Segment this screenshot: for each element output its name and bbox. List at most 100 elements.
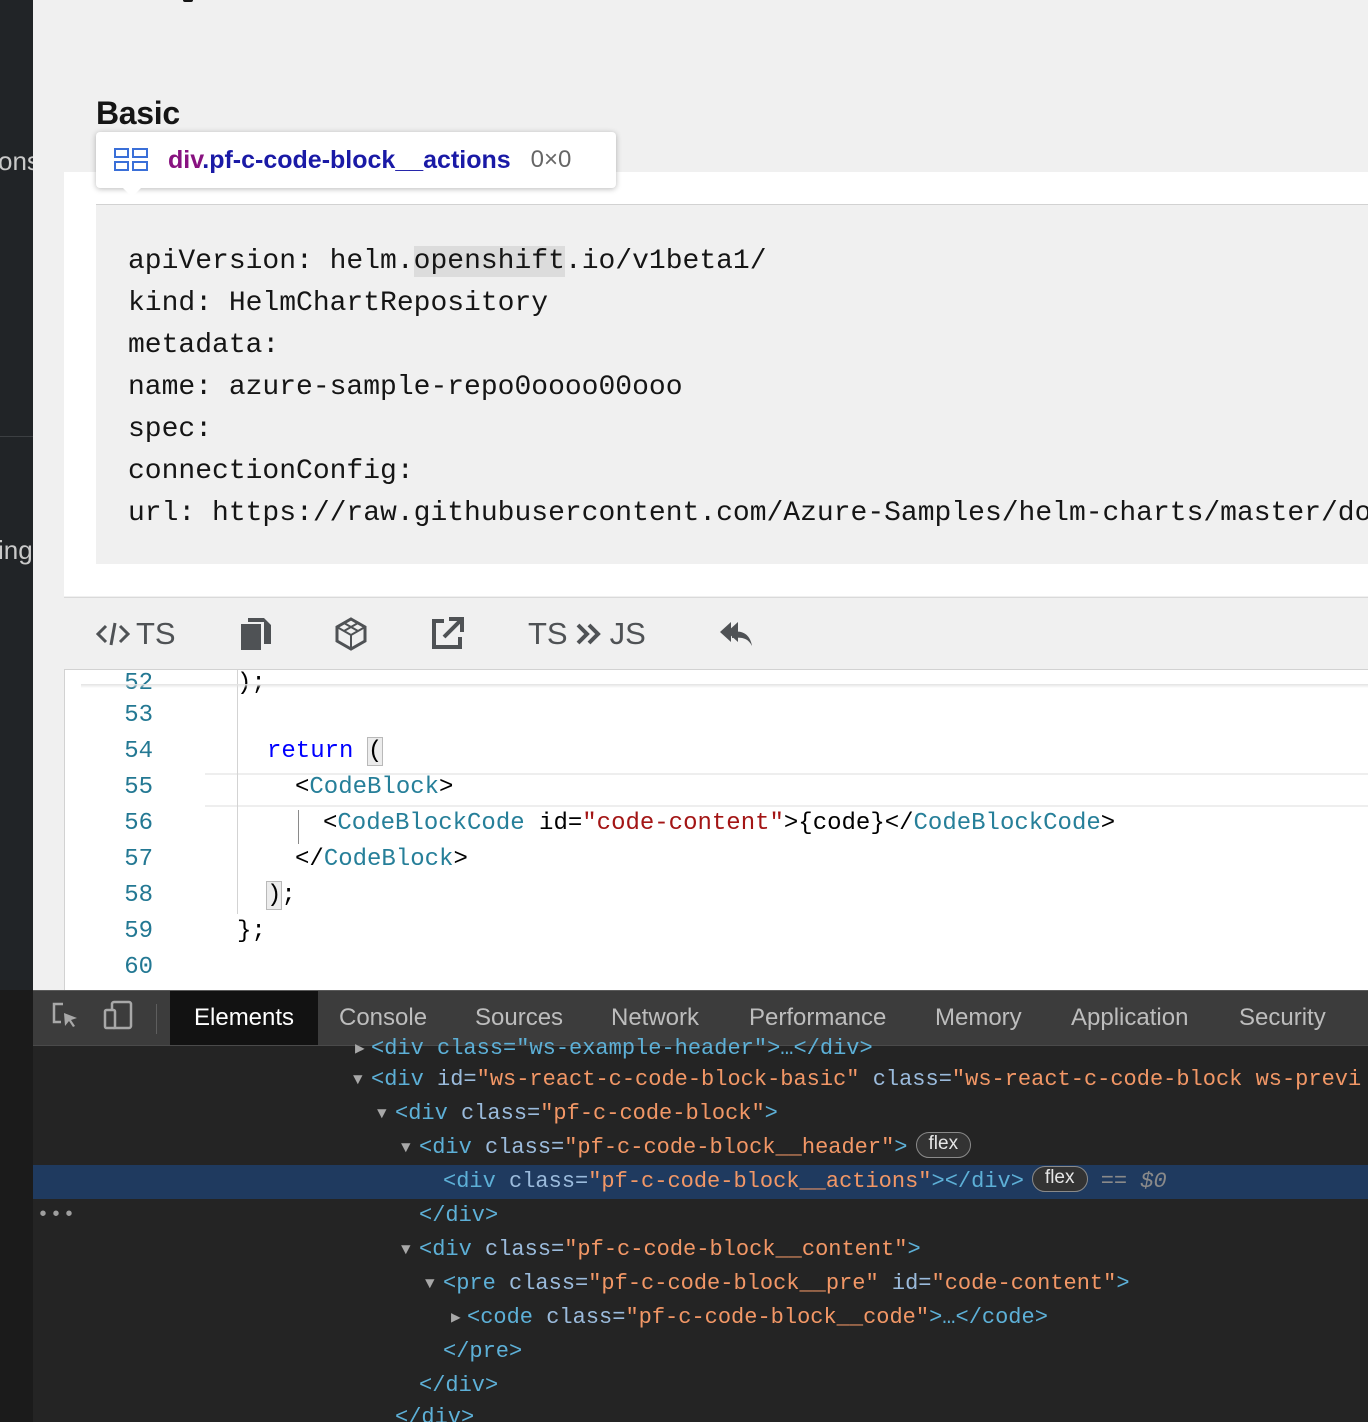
elements-tree: ▶ <div class="ws-example-header">…</div>… [33,1036,1368,1422]
sidebar-item-fragment[interactable]: ing [0,535,33,566]
line-number: 53 [124,702,153,729]
toggle-ts-code-button[interactable]: TS [96,598,176,670]
line-number: 57 [124,846,153,873]
expanded-triangle-icon[interactable]: ▼ [401,1233,411,1267]
dom-node: <pre class="pf-c-code-block__pre" id="co… [443,1271,1130,1296]
code-line: connectionConfig: [128,456,414,487]
codesandbox-icon [334,617,368,651]
convert-icon [576,623,602,645]
ts-label: TS [136,616,176,651]
dom-node: <div class="pf-c-code-block__header"> fle… [419,1131,972,1165]
device-mode-icon [103,1000,133,1037]
dom-node: </div> [419,1373,499,1398]
semicolon: ; [281,882,296,909]
open-new-window-button[interactable] [430,598,464,670]
convert-to-label: JS [609,616,646,651]
jsx-expression: >{code}</ [783,810,914,837]
string-literal: "code-content" [582,810,784,837]
dom-node-row[interactable]: ▼ <div class="pf-c-code-block__header"> f… [33,1131,1368,1165]
keyword: return [267,738,354,765]
expanded-triangle-icon[interactable]: ▼ [401,1131,411,1165]
code-line: apiVersion: helm. [128,246,414,277]
dom-node-row[interactable]: </pre> [33,1335,1368,1369]
code-toolbar: TS TS JS [64,597,1368,669]
dom-node: <div class="pf-c-code-block"> [395,1101,778,1126]
code-line: url: https://raw.githubusercontent.com/A… [128,498,1368,529]
dom-node-row-selected[interactable]: ••• <div class="pf-c-code-block__actions… [33,1165,1368,1227]
indent-guide-active [298,810,299,844]
sidebar-item-fragment[interactable]: ons [0,146,33,177]
code-block: apiVersion: helm.openshift.io/v1beta1/ k… [96,204,1368,564]
jsx-tag: CodeBlock [309,774,440,801]
devtools-left-strip [0,990,33,1422]
app-sidebar: ons ing [0,0,33,990]
jsx-tag: CodeBlockCode [913,810,1101,837]
convert-from-label: TS [528,616,568,651]
dom-node: </div> [395,1405,475,1422]
jsx-attribute: id= [539,810,583,837]
code-line: <CodeBlockCode id="code-content">{code}<… [323,810,1116,837]
code-editor[interactable]: 52 ); 53 54 return ( 55 <CodeBlock> 56 <… [64,669,1368,990]
dom-node-row[interactable]: ▶ <code class="pf-c-code-block__code">…<… [33,1301,1368,1335]
flex-badge[interactable]: flex [1031,1166,1088,1193]
code-line: metadata: [128,330,280,361]
convert-ts-to-js-button[interactable]: TS JS [528,598,646,670]
dom-node: <code class="pf-c-code-block__code">…</c… [467,1305,1048,1330]
dom-node: </pre> [443,1339,523,1364]
tooltip-class-name: .pf-c-code-block__actions [202,145,511,174]
external-link-icon [430,617,464,651]
code-line: kind: HelmChartRepository [128,288,549,319]
dom-node: <div id="ws-react-c-code-block-basic" cl… [371,1067,1362,1092]
flex-badge[interactable]: flex [915,1132,972,1159]
collapsed-triangle-icon[interactable]: ▶ [451,1301,461,1335]
code-line: <CodeBlock> [295,774,454,801]
dom-node-row[interactable]: </div> [33,1369,1368,1403]
dom-node-row[interactable]: </div> [33,1199,1368,1233]
inspect-icon [51,1001,79,1036]
flex-layout-icon [114,148,148,172]
code-line: spec: [128,414,213,445]
undo-icon [718,620,754,648]
bracket-match: ) [265,881,283,910]
dom-node-row[interactable]: ▼ <div class="pf-c-code-block__content"> [33,1233,1368,1267]
editor-scroll-shadow [81,684,1368,688]
heading-glyph-fragment [183,0,193,2]
section-title: Basic [96,95,180,131]
dom-node-row[interactable]: ▶ <div class="ws-example-header">…</div> [33,1032,1368,1066]
tooltip-selector: div.pf-c-code-block__actions [168,146,511,175]
dom-node-row[interactable]: </div> [33,1401,1368,1422]
dom-node-row[interactable]: ▼ <div class="pf-c-code-block"> [33,1097,1368,1131]
line-number: 56 [124,810,153,837]
code-block-content: apiVersion: helm.openshift.io/v1beta1/ k… [128,241,1368,535]
undo-button[interactable] [718,598,754,670]
dom-node-row[interactable]: ▼ <div id="ws-react-c-code-block-basic" … [33,1063,1368,1097]
collapsed-triangle-icon[interactable]: ▶ [355,1032,365,1066]
line-number: 60 [124,954,153,981]
codesandbox-button[interactable] [334,598,368,670]
sidebar-divider [0,436,33,437]
code-line: }; [237,918,266,945]
line-number: 54 [124,738,153,765]
code-line: return ( [267,737,384,766]
expanded-triangle-icon[interactable]: ▼ [377,1097,387,1131]
expanded-triangle-icon[interactable]: ▼ [425,1267,435,1301]
tooltip-arrow [122,187,142,197]
code-icon [96,621,130,647]
toolbar-divider [156,1004,157,1034]
code-line: .io/v1beta1/ [564,246,767,277]
line-number: 58 [124,882,153,909]
code-line: ); [265,881,296,910]
copy-icon [240,617,272,651]
tooltip-size: 0×0 [530,146,572,173]
dom-node: <div class="pf-c-code-block__content"> [419,1237,921,1262]
copy-button[interactable] [240,598,272,670]
indent-guide [237,670,238,914]
dom-node-row[interactable]: ▼ <pre class="pf-c-code-block__pre" id="… [33,1267,1368,1301]
expanded-triangle-icon[interactable]: ▼ [353,1063,363,1097]
line-number: 55 [124,774,153,801]
jsx-tag: CodeBlock [323,846,454,873]
devtools-panel: Elements Console Sources Network Perform… [33,990,1368,1422]
dom-node: </div> [419,1203,499,1228]
main-content: Basic apiVersion: helm.openshift.io/v1be… [33,0,1368,990]
tooltip-tag-name: div [168,145,203,174]
